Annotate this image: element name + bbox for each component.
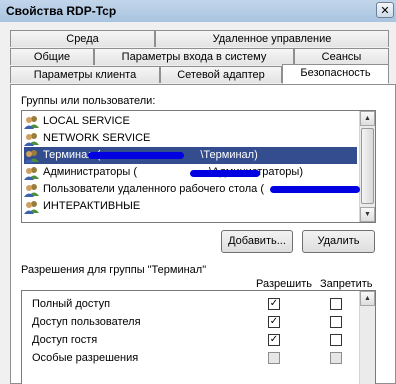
permission-row: Доступ гостя (32, 334, 98, 346)
list-item-selected[interactable]: Терминал ( \Терминал) (24, 147, 357, 164)
allow-special-permissions-checkbox (268, 352, 280, 364)
allow-user-access-checkbox[interactable]: ✓ (268, 316, 280, 328)
permission-row: Доступ пользователя (32, 316, 141, 328)
list-item[interactable]: NETWORK SERVICE (24, 130, 150, 147)
scroll-down-button[interactable]: ▼ (360, 207, 375, 222)
permission-row: Полный доступ (32, 298, 111, 310)
arrow-down-icon: ▼ (364, 211, 371, 218)
list-item-label-suffix: \Терминал) (200, 149, 258, 161)
redaction-scribble (190, 170, 260, 177)
deny-full-access-checkbox[interactable] (330, 298, 342, 310)
permissions-label: Разрешения для группы "Терминал" (21, 264, 207, 276)
users-icon (24, 183, 39, 197)
close-button[interactable]: ✕ (376, 2, 394, 18)
allow-guest-access-checkbox[interactable]: ✓ (268, 334, 280, 346)
deny-header: Запретить (320, 278, 373, 290)
tab-environment[interactable]: Среда (10, 30, 155, 47)
list-item[interactable]: LOCAL SERVICE (24, 113, 130, 130)
permissions-scrollbar[interactable]: ▲ (359, 291, 375, 384)
groups-scrollbar[interactable]: ▲ ▼ (359, 111, 375, 222)
allow-header: Разрешить (256, 278, 312, 290)
list-item[interactable]: Администраторы ( \Администраторы) (24, 164, 303, 181)
users-icon (24, 166, 39, 180)
scroll-up-button[interactable]: ▲ (360, 291, 375, 306)
list-item-label: Пользователи удаленного рабочего стола ( (43, 183, 265, 195)
arrow-up-icon: ▲ (364, 115, 371, 122)
tab-remote-control[interactable]: Удаленное управление (155, 30, 389, 47)
redaction-scribble (88, 152, 184, 159)
list-item-label: NETWORK SERVICE (43, 132, 151, 144)
list-item-label: ИНТЕРАКТИВНЫЕ (43, 200, 141, 212)
users-icon (24, 115, 39, 129)
permission-row: Особые разрешения (32, 352, 139, 364)
tab-general[interactable]: Общие (10, 48, 94, 65)
users-icon (24, 132, 39, 146)
tab-security[interactable]: Безопасность (282, 64, 389, 84)
redaction-scribble (270, 186, 360, 193)
window-title: Свойства RDP-Tcp (6, 4, 117, 18)
deny-special-permissions-checkbox (330, 352, 342, 364)
title-bar: Свойства RDP-Tcp ✕ (0, 0, 396, 22)
users-icon (24, 149, 39, 163)
groups-label: Группы или пользователи: (21, 95, 156, 107)
deny-guest-access-checkbox[interactable] (330, 334, 342, 346)
close-icon: ✕ (380, 4, 390, 17)
scroll-thumb[interactable] (361, 128, 374, 204)
groups-listbox[interactable]: LOCAL SERVICE NETWORK SERVICE Терминал (… (21, 110, 376, 223)
tab-network-adapter[interactable]: Сетевой адаптер (160, 66, 282, 83)
list-item[interactable]: Пользователи удаленного рабочего стола ( (24, 181, 264, 198)
add-button[interactable]: Добавить... (221, 230, 293, 253)
deny-user-access-checkbox[interactable] (330, 316, 342, 328)
arrow-up-icon: ▲ (364, 295, 371, 302)
list-item[interactable]: ИНТЕРАКТИВНЫЕ (24, 198, 140, 215)
list-item-label: Администраторы ( (43, 166, 137, 178)
tab-logon-settings[interactable]: Параметры входа в систему (94, 48, 294, 65)
list-item-label: LOCAL SERVICE (43, 115, 130, 127)
remove-button[interactable]: Удалить (302, 230, 375, 253)
users-icon (24, 200, 39, 214)
scroll-up-button[interactable]: ▲ (360, 111, 375, 126)
tab-client-settings[interactable]: Параметры клиента (10, 66, 160, 83)
permissions-list: Полный доступ Доступ пользователя Доступ… (21, 290, 376, 384)
tab-sessions[interactable]: Сеансы (294, 48, 389, 65)
allow-full-access-checkbox[interactable]: ✓ (268, 298, 280, 310)
